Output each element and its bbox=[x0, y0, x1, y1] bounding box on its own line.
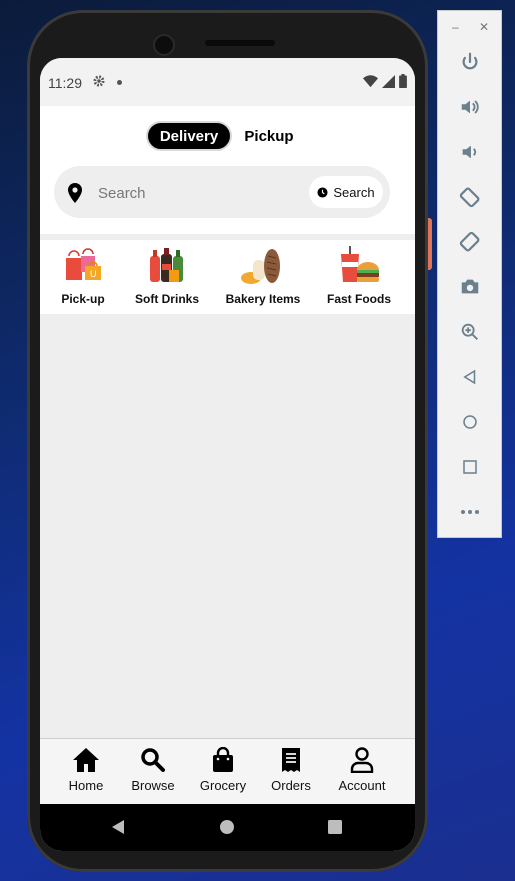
search-icon bbox=[141, 748, 165, 772]
nav-account[interactable]: Account bbox=[334, 747, 390, 793]
nav-label: Home bbox=[68, 778, 104, 793]
back-icon[interactable] bbox=[112, 820, 125, 834]
category-strip: U Pick-up Soft Drinks Bakery Items Fast … bbox=[40, 240, 415, 314]
volume-up-icon[interactable] bbox=[438, 90, 501, 124]
search-input[interactable] bbox=[96, 180, 300, 206]
camera-icon[interactable] bbox=[438, 270, 501, 304]
tab-pickup[interactable]: Pickup bbox=[238, 121, 300, 151]
search-schedule-button[interactable]: Search bbox=[309, 176, 383, 208]
home-icon bbox=[73, 748, 99, 772]
status-bar: 11:29 bbox=[40, 58, 415, 106]
location-pin-icon[interactable] bbox=[67, 183, 83, 208]
zoom-icon[interactable] bbox=[438, 315, 501, 349]
category-label: Soft Drinks bbox=[134, 292, 199, 306]
home-circle-icon[interactable] bbox=[438, 405, 501, 439]
recents-icon[interactable] bbox=[328, 820, 342, 834]
power-icon[interactable] bbox=[438, 45, 501, 79]
nav-label: Orders bbox=[271, 778, 311, 793]
phone-side-button[interactable] bbox=[428, 218, 432, 270]
volume-down-icon[interactable] bbox=[438, 135, 501, 169]
search-button-label: Search bbox=[333, 184, 375, 200]
nav-label: Account bbox=[338, 778, 386, 793]
front-camera bbox=[155, 36, 173, 54]
system-status-icons bbox=[363, 74, 407, 88]
home-button-icon[interactable] bbox=[220, 820, 234, 834]
notification-dot bbox=[117, 80, 122, 85]
battery-icon bbox=[399, 74, 407, 88]
nav-orders[interactable]: Orders bbox=[268, 747, 314, 793]
tab-delivery[interactable]: Delivery bbox=[146, 121, 232, 151]
back-icon[interactable] bbox=[438, 360, 501, 394]
user-icon bbox=[350, 747, 374, 773]
rotate-right-icon[interactable] bbox=[438, 225, 501, 259]
emulator-toolbar: – ✕ bbox=[437, 10, 502, 538]
category-soft-drinks[interactable]: Soft Drinks bbox=[132, 246, 202, 306]
bread-icon bbox=[239, 246, 287, 286]
bag-icon bbox=[213, 747, 233, 772]
close-icon[interactable]: ✕ bbox=[479, 20, 489, 34]
delivery-mode-toggle: Delivery Pickup bbox=[146, 120, 316, 152]
category-bakery-items[interactable]: Bakery Items bbox=[225, 246, 301, 306]
category-label: Bakery Items bbox=[225, 292, 301, 306]
category-label: Fast Foods bbox=[327, 292, 392, 306]
gear-icon bbox=[92, 74, 106, 93]
receipt-icon bbox=[282, 748, 300, 772]
nav-home[interactable]: Home bbox=[66, 747, 106, 793]
rotate-left-icon[interactable] bbox=[438, 180, 501, 214]
nav-grocery[interactable]: Grocery bbox=[196, 747, 250, 793]
status-time: 11:29 bbox=[48, 75, 82, 91]
category-fast-foods[interactable]: Fast Foods bbox=[327, 246, 391, 306]
overview-icon[interactable] bbox=[438, 450, 501, 484]
svg-text:U: U bbox=[90, 269, 97, 279]
more-icon[interactable] bbox=[438, 495, 501, 529]
category-label: Pick-up bbox=[61, 292, 105, 306]
app-screen: 11:29 Delivery Pickup Search Search U Pi… bbox=[40, 58, 415, 851]
wifi-icon bbox=[363, 74, 378, 87]
app-header: Delivery Pickup Search bbox=[40, 106, 415, 234]
nav-label: Browse bbox=[131, 778, 175, 793]
minimize-icon[interactable]: – bbox=[452, 20, 459, 34]
category-pick-up[interactable]: U Pick-up bbox=[58, 246, 108, 306]
system-navigation-bar bbox=[40, 804, 415, 851]
nav-browse[interactable]: Browse bbox=[128, 747, 178, 793]
soda-bottles-icon bbox=[143, 246, 191, 286]
bottom-navigation: Home Browse Grocery Orders Account bbox=[40, 738, 415, 805]
search-bar: Search bbox=[54, 166, 390, 218]
burger-drink-icon bbox=[335, 246, 383, 286]
clock-icon bbox=[317, 186, 328, 198]
earpiece-speaker bbox=[205, 40, 275, 46]
signal-icon bbox=[382, 74, 395, 88]
nav-label: Grocery bbox=[199, 778, 247, 793]
shopping-bags-icon: U bbox=[59, 246, 107, 286]
